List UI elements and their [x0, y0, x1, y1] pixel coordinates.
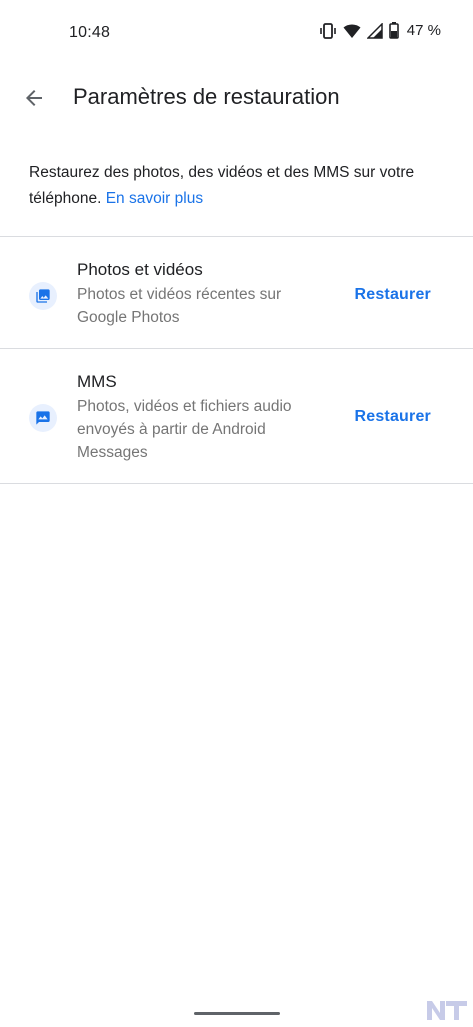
- item-title: MMS: [77, 372, 117, 391]
- list-item-mms: MMS Photos, vidéos et fichiers audio env…: [0, 349, 473, 483]
- page-title: Paramètres de restauration: [73, 84, 340, 109]
- description-text: Restaurez des photos, des vidéos et des …: [29, 164, 415, 207]
- status-icons: 47 %: [319, 22, 441, 39]
- status-bar: 10:48 47 %: [0, 0, 473, 68]
- message-image-icon: [29, 404, 57, 432]
- list-item-photos: Photos et vidéos Photos et vidéos récent…: [0, 237, 473, 348]
- vibrate-icon: [319, 22, 337, 39]
- battery-icon: [388, 22, 399, 39]
- back-button[interactable]: [18, 84, 50, 116]
- signal-icon: [366, 22, 383, 39]
- app-bar: Paramètres de restauration: [0, 68, 473, 128]
- gesture-nav-handle[interactable]: [194, 1012, 280, 1015]
- wifi-icon: [343, 23, 361, 39]
- restore-button-photos[interactable]: Restaurer: [354, 286, 431, 304]
- photo-library-icon: [29, 282, 57, 310]
- restore-button-mms[interactable]: Restaurer: [354, 408, 431, 426]
- battery-percent: 47 %: [406, 22, 441, 39]
- description: Restaurez des photos, des vidéos et des …: [29, 160, 449, 212]
- learn-more-link[interactable]: En savoir plus: [106, 190, 203, 207]
- divider: [0, 483, 473, 484]
- item-title: Photos et vidéos: [77, 260, 203, 279]
- item-subtitle: Photos et vidéos récentes sur Google Pho…: [77, 286, 282, 326]
- arrow-back-icon: [22, 86, 46, 115]
- status-time: 10:48: [69, 24, 111, 41]
- item-subtitle: Photos, vidéos et fichiers audio envoyés…: [77, 398, 292, 461]
- watermark-logo: [425, 998, 469, 1022]
